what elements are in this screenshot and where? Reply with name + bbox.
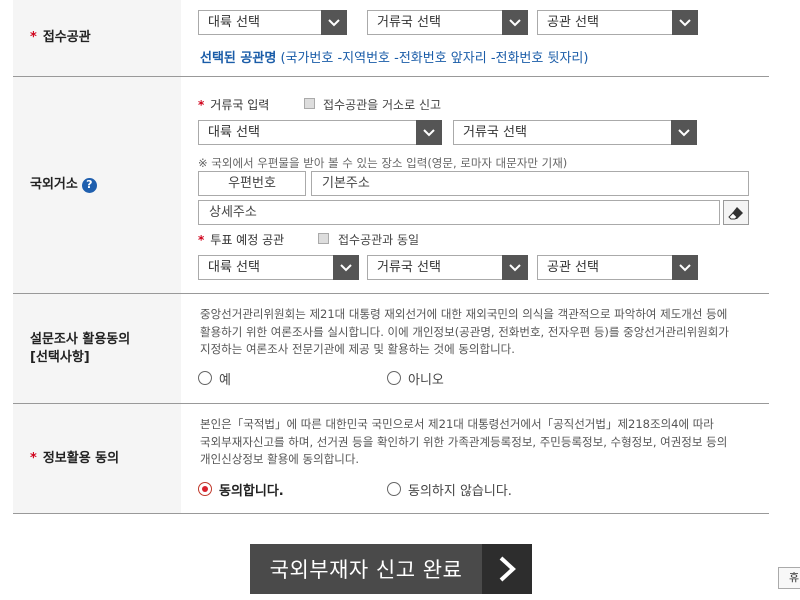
chevron-down-icon (671, 120, 697, 145)
overseas-residence-label-text: 국외거소 (30, 177, 78, 192)
chevron-down-icon (502, 255, 528, 280)
same-as-reception-label: 접수공관과 동일 (338, 233, 420, 247)
vote-country-select[interactable]: 거류국 선택 (367, 255, 528, 280)
reception-country-select[interactable]: 거류국 선택 (367, 10, 528, 35)
info-consent-label: * 정보활용 동의 (13, 404, 181, 513)
required-mark: * (30, 450, 37, 466)
chevron-down-icon (672, 10, 698, 35)
eraser-icon[interactable] (723, 200, 749, 225)
consent-disagree-radio[interactable] (387, 482, 401, 496)
detail-address-input[interactable]: 상세주소 (198, 200, 720, 225)
residence-continent-select[interactable]: 대륙 선택 (198, 120, 442, 145)
country-input-label: * 거류국 입력 (198, 98, 270, 112)
submit-report-button[interactable]: 국외부재자 신고 완료 (250, 544, 532, 594)
chevron-down-icon (672, 255, 698, 280)
survey-no-radio[interactable] (387, 371, 401, 385)
residence-country-select[interactable]: 거류국 선택 (453, 120, 697, 145)
reception-continent-select[interactable]: 대륙 선택 (198, 10, 347, 35)
row-survey-consent: 설문조사 활용동의 [선택사항] 중앙선거관리위원회는 제21대 대통령 재외선… (13, 294, 769, 404)
info-consent-description: 본인은「국적법」에 따른 대한민국 국민으로서 제21대 대통령선거에서「공직선… (200, 417, 728, 466)
same-as-office-label: 접수공관을 거소로 신고 (323, 98, 442, 112)
row-overseas-residence: 국외거소 ? * 거류국 입력 접수공관을 거소로 신고 대륙 선택 거류국 선택… (13, 77, 769, 294)
reception-office-select[interactable]: 공관 선택 (537, 10, 698, 35)
consent-agree-radio[interactable] (198, 482, 212, 496)
required-mark: * (30, 30, 37, 45)
chevron-down-icon (333, 255, 359, 280)
selected-office-name: 선택된 공관명 (국가번호 -지역번호 -전화번호 앞자리 -전화번호 뒷자리) (200, 51, 589, 66)
side-floating-tab[interactable]: 휴 (778, 567, 800, 589)
consent-disagree-label: 동의하지 않습니다. (408, 484, 512, 499)
chevron-right-icon (482, 544, 532, 594)
survey-consent-label: 설문조사 활용동의 [선택사항] (13, 294, 181, 403)
postal-code-input[interactable]: 우편번호 (198, 171, 306, 196)
vote-office-select[interactable]: 공관 선택 (537, 255, 698, 280)
row-info-consent: * 정보활용 동의 본인은「국적법」에 따른 대한민국 국민으로서 제21대 대… (13, 404, 769, 514)
help-icon[interactable]: ? (81, 177, 97, 193)
overseas-residence-label: 국외거소 ? (13, 77, 181, 293)
survey-no-label: 아니오 (408, 373, 444, 388)
address-note: ※ 국외에서 우편물을 받아 볼 수 있는 장소 입력(영문, 로마자 대문자만… (198, 156, 568, 170)
chevron-down-icon (416, 120, 442, 145)
row-reception-office: * 접수공관 대륙 선택 거류국 선택 공관 선택 선택된 공관명 (국가번호 … (13, 0, 769, 77)
consent-agree-label: 동의합니다. (219, 484, 284, 499)
vote-office-label: * 투표 예정 공관 (198, 233, 285, 247)
reception-office-label-text: 접수공관 (42, 30, 91, 45)
vote-continent-select[interactable]: 대륙 선택 (198, 255, 359, 280)
chevron-down-icon (321, 10, 347, 35)
survey-yes-radio[interactable] (198, 371, 212, 385)
survey-description: 중앙선거관리위원회는 제21대 대통령 재외선거에 대한 재외국민의 의식을 객… (200, 307, 729, 356)
basic-address-input[interactable]: 기본주소 (311, 171, 749, 196)
chevron-down-icon (502, 10, 528, 35)
same-as-reception-checkbox[interactable] (318, 233, 329, 244)
reception-office-label: * 접수공관 (13, 0, 181, 76)
submit-report-label: 국외부재자 신고 완료 (269, 558, 463, 582)
survey-yes-label: 예 (219, 373, 231, 388)
same-as-office-checkbox[interactable] (304, 98, 315, 109)
application-form: * 접수공관 대륙 선택 거류국 선택 공관 선택 선택된 공관명 (국가번호 … (13, 0, 769, 514)
